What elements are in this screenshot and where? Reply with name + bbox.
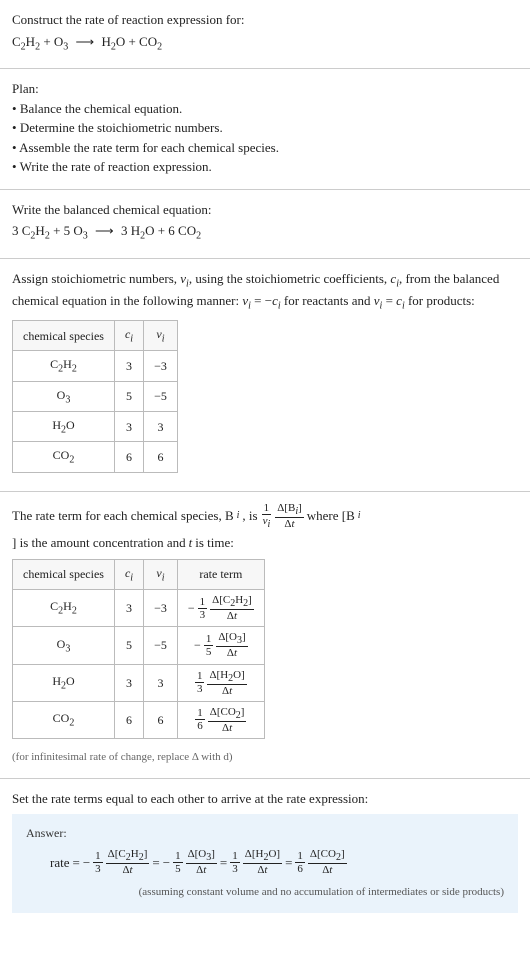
- species-cell: CO2: [13, 442, 115, 472]
- table-row: CO26616 Δ[CO2]Δt: [13, 701, 265, 738]
- equals-sign: =: [285, 853, 292, 873]
- plan-item: Balance the chemical equation.: [12, 99, 518, 119]
- table-row: CO2 6 6: [13, 442, 178, 472]
- rate-cell: 13 Δ[H2O]Δt: [177, 664, 264, 701]
- vi-cell: 6: [144, 442, 178, 472]
- fraction-num: 1: [262, 502, 272, 515]
- species-cell: CO2: [13, 701, 115, 738]
- species-cell: C2H2: [13, 351, 115, 381]
- fraction-den: νi: [261, 515, 273, 530]
- ci-cell: 5: [114, 627, 143, 664]
- ci-cell: 5: [114, 381, 143, 411]
- col-species: chemical species: [13, 320, 115, 350]
- table-row: C2H2 3 −3: [13, 351, 178, 381]
- rate-term: 13 Δ[H2O]Δt: [230, 848, 282, 876]
- table-header-row: chemical species ci νi rate term: [13, 559, 265, 589]
- stoich-table: chemical species ci νi C2H2 3 −3 O3 5 −5…: [12, 320, 178, 473]
- plan-section: Plan: Balance the chemical equation. Det…: [0, 69, 530, 190]
- text-fragment: , is: [242, 506, 257, 526]
- ci-cell: 3: [114, 590, 143, 627]
- fraction: Δ[Bi] Δt: [275, 502, 304, 530]
- text-fragment: t: [189, 533, 193, 553]
- plan-item: Determine the stoichiometric numbers.: [12, 118, 518, 138]
- rate-term: −13 Δ[C2H2]Δt: [83, 848, 150, 876]
- table-row: O35−5−15 Δ[O3]Δt: [13, 627, 265, 664]
- plan-heading: Plan:: [12, 79, 518, 99]
- col-rate: rate term: [177, 559, 264, 589]
- table-row: O3 5 −5: [13, 381, 178, 411]
- answer-assumption: (assuming constant volume and no accumul…: [26, 876, 504, 901]
- equals-sign: =: [152, 853, 159, 873]
- balanced-heading: Write the balanced chemical equation:: [12, 200, 518, 220]
- final-heading: Set the rate terms equal to each other t…: [12, 789, 518, 809]
- rate-term: −15 Δ[O3]Δt: [163, 848, 217, 876]
- table-row: C2H23−3−13 Δ[C2H2]Δt: [13, 590, 265, 627]
- intro-equation: C2H2 + O3 ⟶ H2O + CO2: [12, 30, 518, 57]
- rate-label: rate: [50, 853, 69, 873]
- final-section: Set the rate terms equal to each other t…: [0, 779, 530, 925]
- ci-cell: 6: [114, 442, 143, 472]
- col-vi: νi: [144, 559, 178, 589]
- table-row: H2O3313 Δ[H2O]Δt: [13, 664, 265, 701]
- rateterm-text: The rate term for each chemical species,…: [12, 502, 518, 553]
- ci-cell: 3: [114, 412, 143, 442]
- plan-item: Write the rate of reaction expression.: [12, 157, 518, 177]
- equals-sign: =: [220, 853, 227, 873]
- vi-cell: 3: [144, 664, 178, 701]
- vi-cell: −5: [144, 627, 178, 664]
- species-cell: O3: [13, 627, 115, 664]
- text-fragment: ] is the amount concentration and: [12, 533, 186, 553]
- text-fragment: where [B: [307, 506, 355, 526]
- rateterm-section: The rate term for each chemical species,…: [0, 492, 530, 779]
- stoich-section: Assign stoichiometric numbers, νi, using…: [0, 259, 530, 492]
- text-fragment: is time:: [195, 533, 234, 553]
- fraction-den: Δt: [282, 518, 296, 530]
- vi-cell: −3: [144, 590, 178, 627]
- rate-cell: −13 Δ[C2H2]Δt: [177, 590, 264, 627]
- vi-cell: −5: [144, 381, 178, 411]
- col-species: chemical species: [13, 559, 115, 589]
- balanced-section: Write the balanced chemical equation: 3 …: [0, 190, 530, 259]
- rate-cell: 16 Δ[CO2]Δt: [177, 701, 264, 738]
- col-vi: νi: [144, 320, 178, 350]
- ci-cell: 3: [114, 351, 143, 381]
- rateterm-footnote: (for infinitesimal rate of change, repla…: [12, 745, 518, 766]
- rateterm-table: chemical species ci νi rate term C2H23−3…: [12, 559, 265, 740]
- answer-equation: rate = −13 Δ[C2H2]Δt = −15 Δ[O3]Δt = 13 …: [26, 848, 504, 876]
- vi-cell: 3: [144, 412, 178, 442]
- answer-label: Answer:: [26, 824, 504, 842]
- stoich-text: Assign stoichiometric numbers, νi, using…: [12, 269, 518, 314]
- col-ci: ci: [114, 559, 143, 589]
- species-cell: H2O: [13, 412, 115, 442]
- fraction-num: Δ[Bi]: [275, 502, 304, 518]
- fraction: 1 νi: [261, 502, 273, 530]
- rate-cell: −15 Δ[O3]Δt: [177, 627, 264, 664]
- plan-item: Assemble the rate term for each chemical…: [12, 138, 518, 158]
- vi-cell: 6: [144, 701, 178, 738]
- intro-section: Construct the rate of reaction expressio…: [0, 0, 530, 69]
- balanced-equation: 3 C2H2 + 5 O3 ⟶ 3 H2O + 6 CO2: [12, 219, 518, 246]
- answer-box: Answer: rate = −13 Δ[C2H2]Δt = −15 Δ[O3]…: [12, 814, 518, 913]
- species-cell: H2O: [13, 664, 115, 701]
- plan-list: Balance the chemical equation. Determine…: [12, 99, 518, 177]
- species-cell: C2H2: [13, 590, 115, 627]
- text-fragment: The rate term for each chemical species,…: [12, 506, 234, 526]
- rate-term: 16 Δ[CO2]Δt: [295, 848, 346, 876]
- intro-prompt: Construct the rate of reaction expressio…: [12, 10, 518, 30]
- ci-cell: 3: [114, 664, 143, 701]
- species-cell: O3: [13, 381, 115, 411]
- ci-cell: 6: [114, 701, 143, 738]
- col-ci: ci: [114, 320, 143, 350]
- vi-cell: −3: [144, 351, 178, 381]
- table-row: H2O 3 3: [13, 412, 178, 442]
- equals-sign: =: [72, 853, 79, 873]
- table-header-row: chemical species ci νi: [13, 320, 178, 350]
